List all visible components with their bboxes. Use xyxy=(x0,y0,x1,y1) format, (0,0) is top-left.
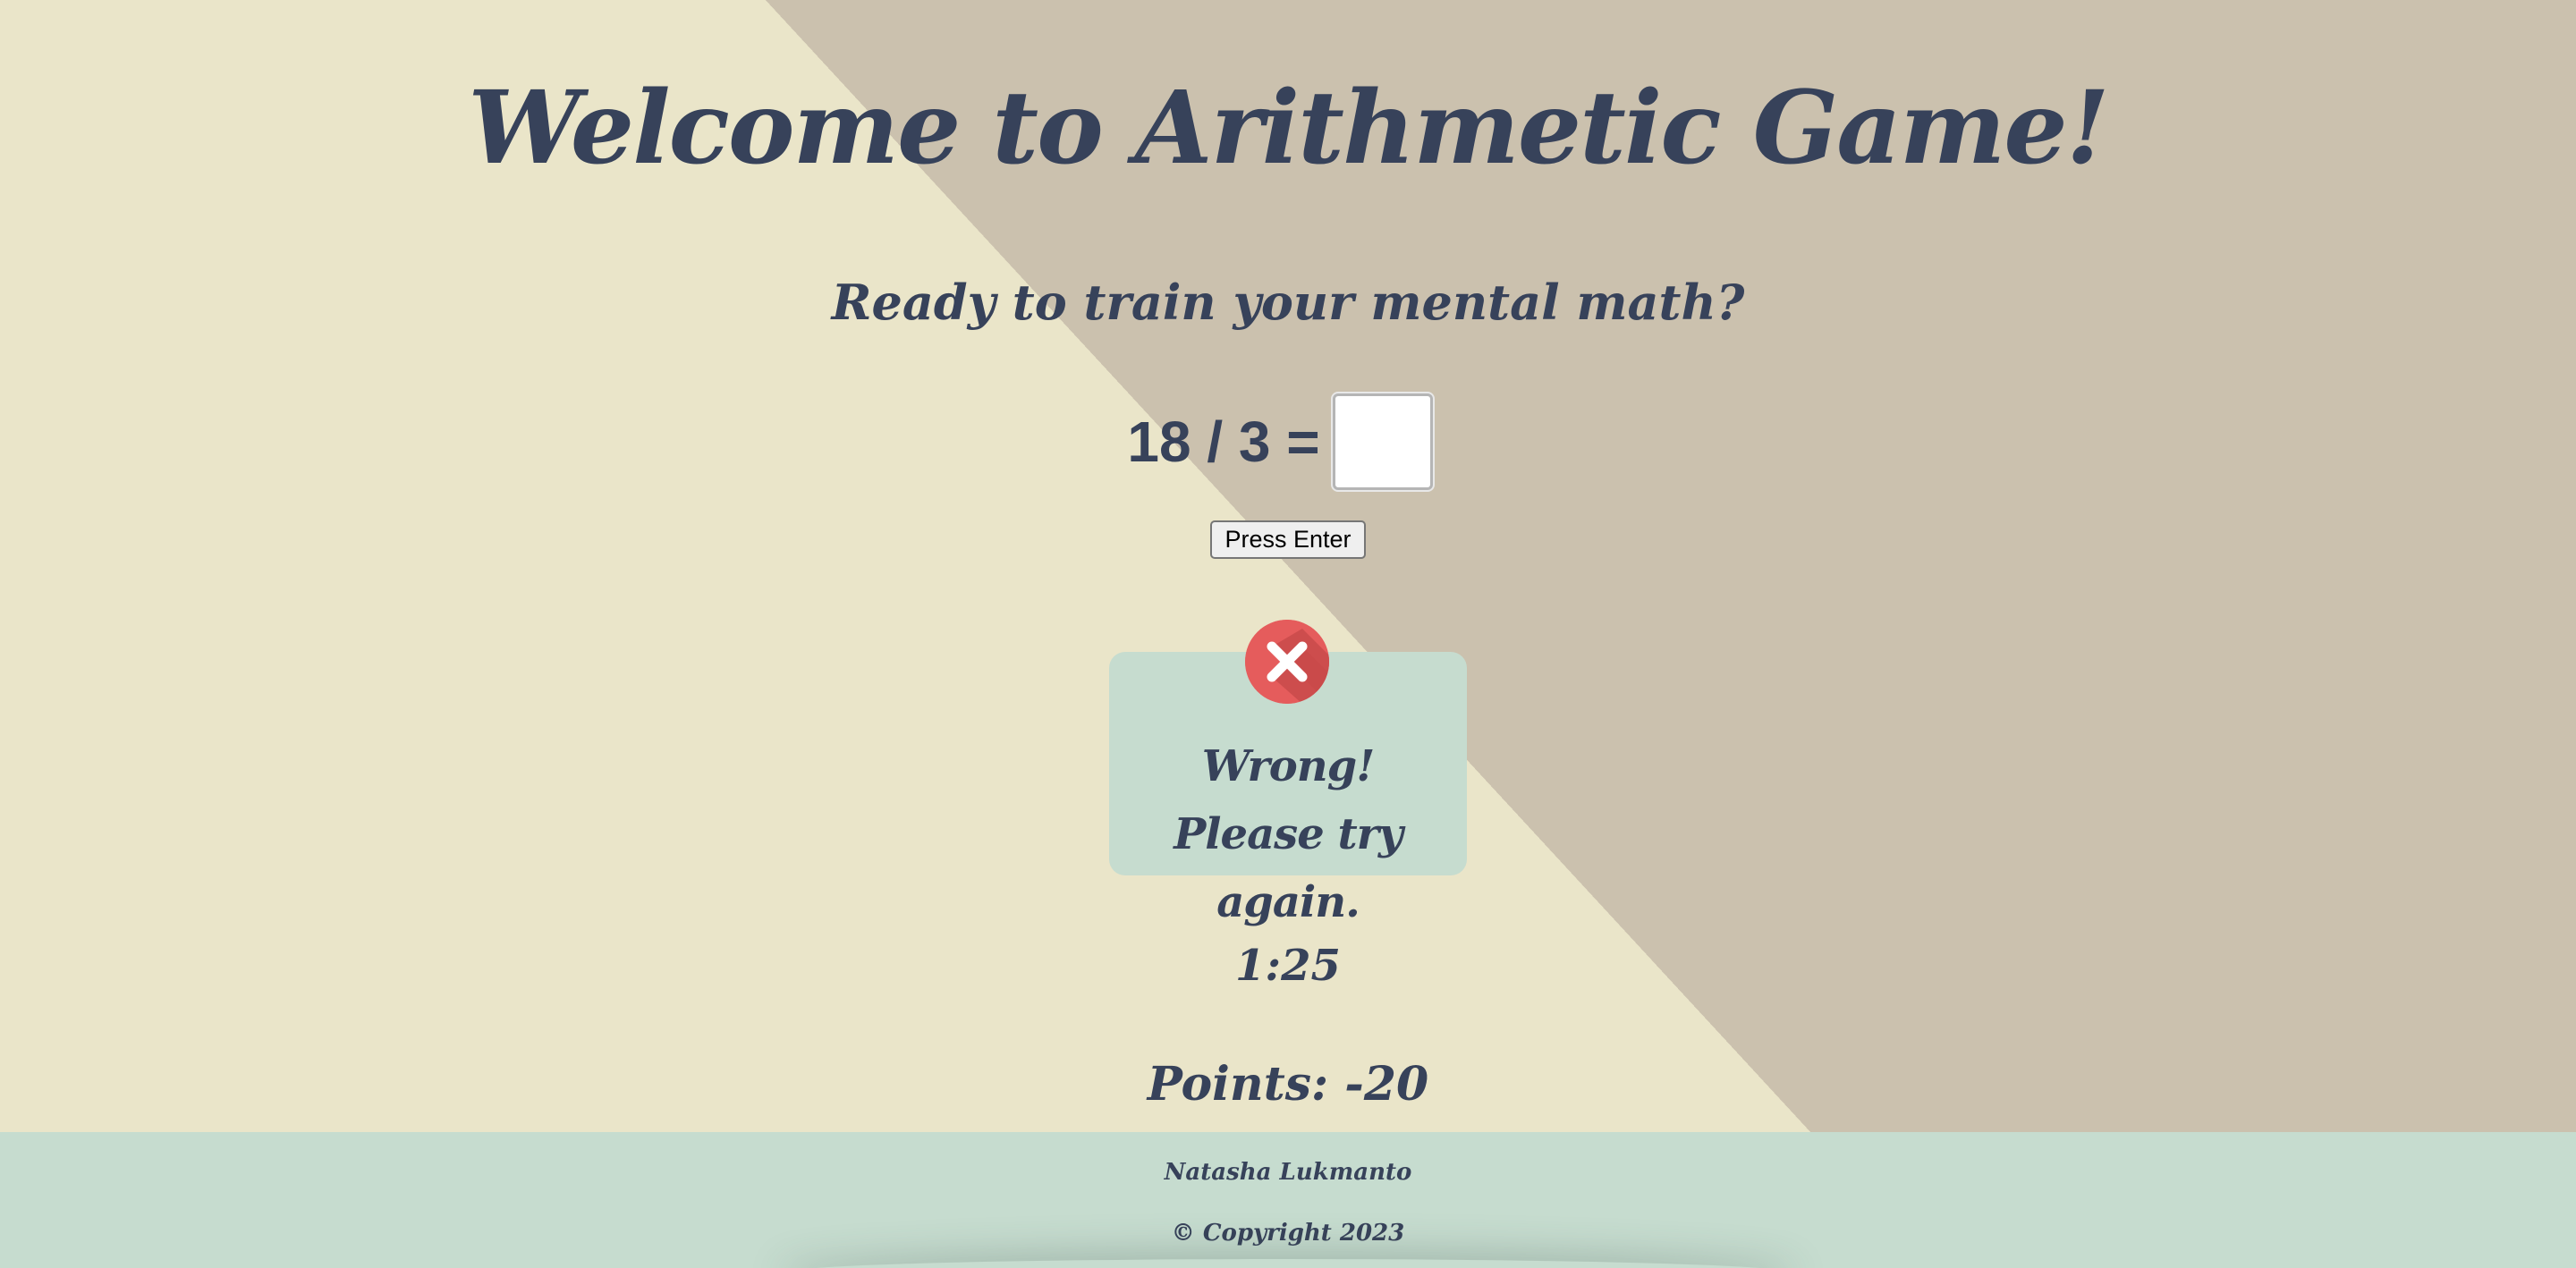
feedback-card: Wrong! Please try again. xyxy=(1109,620,1467,927)
enter-row: Press Enter xyxy=(0,520,2576,559)
points-display: Points: -20 xyxy=(1147,1057,1429,1112)
answer-input[interactable] xyxy=(1332,393,1433,490)
feedback-line-1: Wrong! xyxy=(1201,741,1376,791)
feedback-line-2: Please try again. xyxy=(1174,809,1403,927)
press-enter-button[interactable]: Press Enter xyxy=(1210,520,1366,559)
cross-icon xyxy=(1245,620,1329,704)
footer-author: Natasha Lukmanto xyxy=(1164,1159,1412,1186)
page-subtitle: Ready to train your mental math? xyxy=(831,274,1745,331)
equation-text: 18 / 3 = xyxy=(1127,410,1320,474)
question-row: 18 / 3 = xyxy=(0,393,2576,490)
footer-shadow xyxy=(787,1259,1789,1268)
page-title: Welcome to Arithmetic Game! xyxy=(468,70,2110,187)
game-background: Welcome to Arithmetic Game! Ready to tra… xyxy=(0,0,2576,1132)
timer: 1:25 xyxy=(1235,941,1341,991)
footer: Natasha Lukmanto © Copyright 2023 xyxy=(0,1132,2576,1268)
footer-copyright: © Copyright 2023 xyxy=(1171,1220,1405,1247)
feedback-message: Wrong! Please try again. xyxy=(1109,732,1467,936)
